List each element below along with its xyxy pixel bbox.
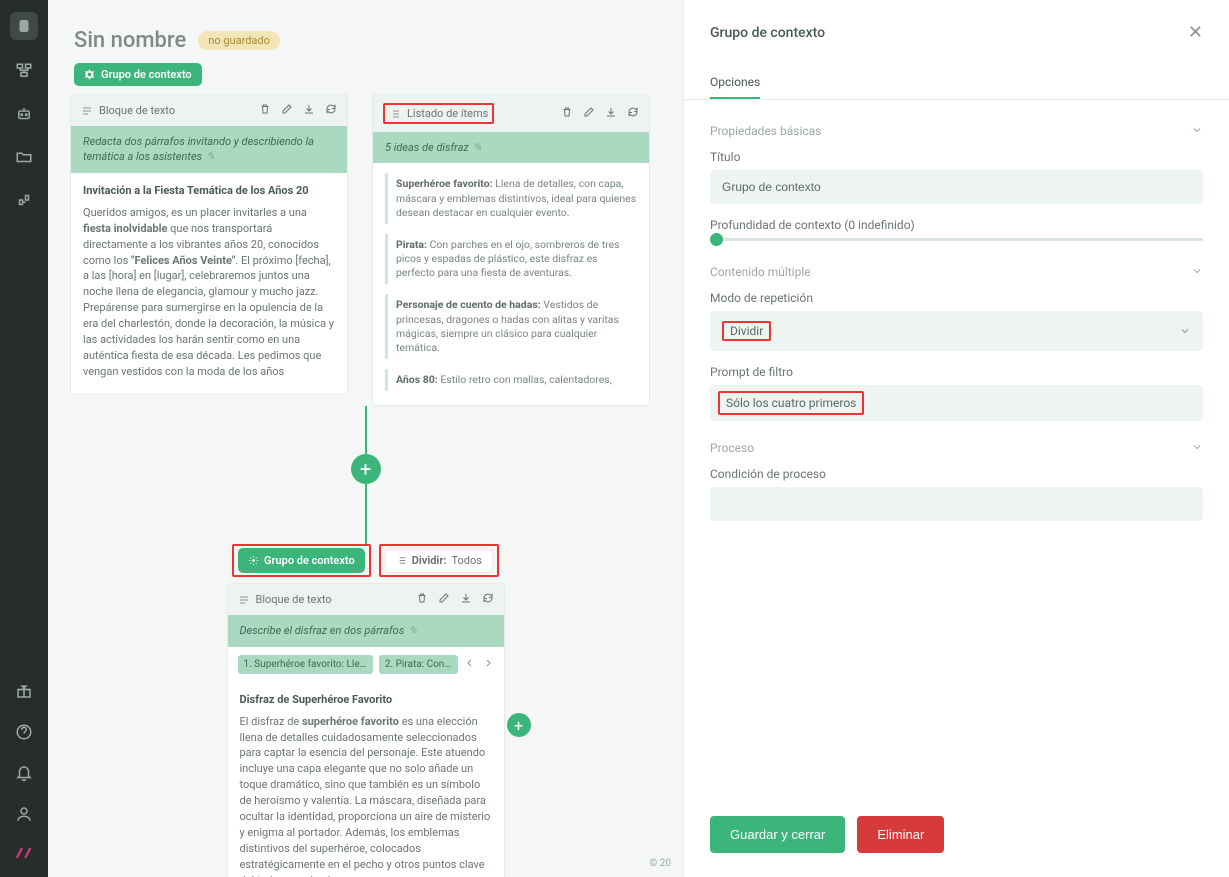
user-icon[interactable] (15, 805, 33, 826)
add-node-button[interactable]: + (351, 454, 381, 484)
save-button[interactable]: Guardar y cerrar (710, 816, 845, 853)
app-logo[interactable] (10, 12, 38, 40)
divider-tag[interactable]: Dividir: Todos (385, 548, 493, 573)
depth-slider[interactable] (710, 238, 1203, 241)
gift-icon[interactable] (15, 682, 33, 703)
refresh-icon[interactable] (325, 103, 337, 118)
list-item: Superhéroe favorito: Llena de detalles, … (385, 173, 637, 224)
block2-prompt[interactable]: 5 ideas de disfraz✎ (373, 132, 649, 163)
chip[interactable]: 2. Pirata: Con parc (379, 655, 458, 674)
properties-panel: Grupo de contexto ✕ Opciones Propiedades… (683, 0, 1229, 877)
page-title: Sin nombre (74, 28, 186, 53)
status-badge: no guardado (198, 31, 280, 50)
text-block-2: Bloque de texto Describe el disfraz en d… (227, 583, 505, 877)
canvas: Sin nombre no guardado Grupo de contexto… (48, 0, 683, 877)
sidebar (0, 0, 48, 877)
section-process[interactable]: Proceso (710, 435, 1203, 467)
refresh-icon[interactable] (482, 592, 494, 607)
chip-next-icon[interactable] (482, 657, 494, 672)
nav-plug-icon[interactable] (15, 191, 33, 212)
context-group-tag-2[interactable]: Grupo de contexto (238, 548, 365, 573)
delete-icon[interactable] (561, 106, 573, 121)
filter-input[interactable]: Sólo los cuatro primeros (710, 385, 1203, 421)
refresh-icon[interactable] (627, 106, 639, 121)
list-item: Personaje de cuento de hadas: Vestidos d… (385, 294, 637, 359)
download-icon[interactable] (460, 592, 472, 607)
download-icon[interactable] (605, 106, 617, 121)
list-item: Pirata: Con parches en el ojo, sombreros… (385, 234, 637, 285)
tab-options[interactable]: Opciones (710, 67, 760, 99)
list-block: Listado de ítems 5 ideas de disfraz✎ (372, 94, 650, 406)
condition-input[interactable] (710, 487, 1203, 521)
delete-button[interactable]: Eliminar (857, 816, 944, 853)
bell-icon[interactable] (15, 764, 33, 785)
block3-prompt[interactable]: Describe el disfraz en dos párrafos✎ (228, 615, 504, 646)
close-icon[interactable]: ✕ (1188, 22, 1203, 43)
block3-content: Disfraz de Superhéroe Favorito El disfra… (228, 682, 504, 877)
text-block-1: Bloque de texto Redacta dos párrafos inv… (70, 94, 348, 395)
chip[interactable]: 1. Superhéroe favorito: Llena de ... (238, 655, 373, 674)
block1-prompt[interactable]: Redacta dos párrafos invitando y describ… (71, 126, 347, 173)
section-multi[interactable]: Contenido múltiple (710, 259, 1203, 291)
edit-icon[interactable] (281, 103, 293, 118)
label-depth: Profundidad de contexto (0 indefinido) (710, 218, 1203, 232)
add-sibling-button[interactable]: + (507, 713, 531, 737)
list-item: Años 80: Estilo retro con mallas, calent… (385, 369, 637, 391)
block2-content: Superhéroe favorito: Llena de detalles, … (373, 163, 649, 405)
delete-icon[interactable] (259, 103, 271, 118)
brand-icon (14, 846, 34, 863)
panel-title: Grupo de contexto (710, 25, 825, 41)
delete-icon[interactable] (416, 592, 428, 607)
nav-bot-icon[interactable] (15, 105, 33, 126)
block1-type-label: Bloque de texto (81, 104, 175, 117)
footer-year: © 20 (649, 858, 671, 869)
mode-select[interactable]: Dividir (710, 311, 1203, 351)
label-mode: Modo de repetición (710, 291, 1203, 305)
nav-folder-icon[interactable] (15, 148, 33, 169)
nav-flow-icon[interactable] (15, 62, 33, 83)
download-icon[interactable] (303, 103, 315, 118)
edit-icon[interactable] (583, 106, 595, 121)
block2-type-label: Listado de ítems (389, 107, 488, 120)
label-condition: Condición de proceso (710, 467, 1203, 481)
block3-type-label: Bloque de texto (238, 593, 332, 606)
help-icon[interactable] (15, 723, 33, 744)
header: Sin nombre no guardado (48, 0, 683, 63)
section-basic[interactable]: Propiedades básicas (710, 118, 1203, 150)
label-filter: Prompt de filtro (710, 365, 1203, 379)
context-group-tag-1[interactable]: Grupo de contexto (74, 63, 202, 86)
chip-prev-icon[interactable] (464, 657, 476, 672)
title-input[interactable] (710, 170, 1203, 204)
edit-icon[interactable] (438, 592, 450, 607)
block1-content: Invitación a la Fiesta Temática de los A… (71, 173, 347, 394)
label-title: Título (710, 150, 1203, 164)
